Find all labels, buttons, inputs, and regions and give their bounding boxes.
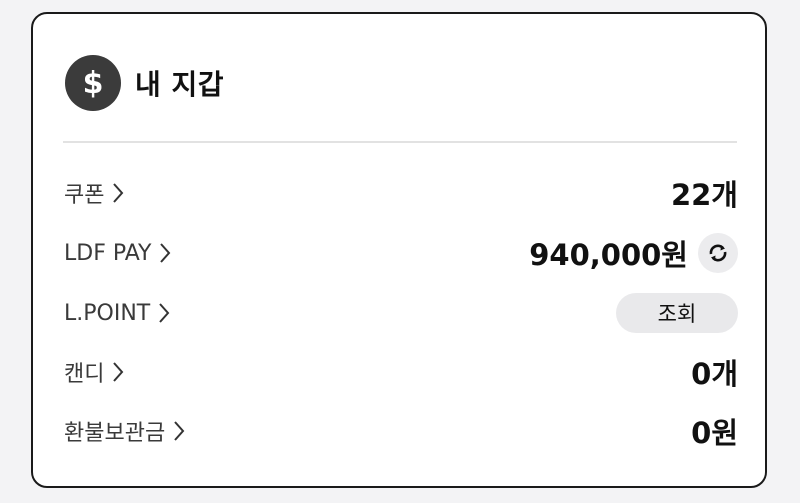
wallet-header: $ 내 지갑 <box>65 55 224 111</box>
ldf-pay-value: 940,000원 <box>529 238 688 272</box>
chevron-right-icon <box>173 420 185 442</box>
coupon-label: 쿠폰 <box>64 183 105 208</box>
ldf-pay-link[interactable]: LDF PAY <box>64 241 171 266</box>
header-divider <box>63 141 737 143</box>
candy-label: 캔디 <box>64 362 105 387</box>
wallet-card: $ 내 지갑 쿠폰 22개 LDF PAY 940,000원 L.POINT 조… <box>31 12 767 488</box>
refund-deposit-row: 환불보관금 0원 <box>64 409 738 453</box>
refund-deposit-label: 환불보관금 <box>64 421 166 446</box>
coupon-link[interactable]: 쿠폰 <box>64 177 124 209</box>
lpoint-label: L.POINT <box>64 300 151 326</box>
ldf-pay-row: LDF PAY 940,000원 <box>64 231 738 275</box>
refund-deposit-value: 0원 <box>691 416 738 450</box>
ldf-pay-label: LDF PAY <box>64 240 152 266</box>
chevron-right-icon <box>158 302 170 324</box>
candy-row: 캔디 0개 <box>64 350 738 394</box>
lpoint-row: L.POINT 조회 <box>64 291 738 335</box>
candy-link[interactable]: 캔디 <box>64 356 124 388</box>
ldf-pay-value-group: 940,000원 <box>529 232 738 274</box>
coupon-row: 쿠폰 22개 <box>64 171 738 215</box>
candy-value: 0개 <box>691 357 738 391</box>
coupon-value: 22개 <box>670 178 738 212</box>
wallet-title: 내 지갑 <box>135 68 225 101</box>
chevron-right-icon <box>112 361 124 383</box>
lpoint-link[interactable]: L.POINT <box>64 301 170 326</box>
lpoint-inquiry-button[interactable]: 조회 <box>616 293 738 333</box>
chevron-right-icon <box>159 242 171 264</box>
chevron-right-icon <box>112 182 124 204</box>
dollar-coin-icon: $ <box>65 55 121 111</box>
refund-deposit-link[interactable]: 환불보관금 <box>64 415 185 447</box>
refresh-icon[interactable] <box>698 233 738 273</box>
